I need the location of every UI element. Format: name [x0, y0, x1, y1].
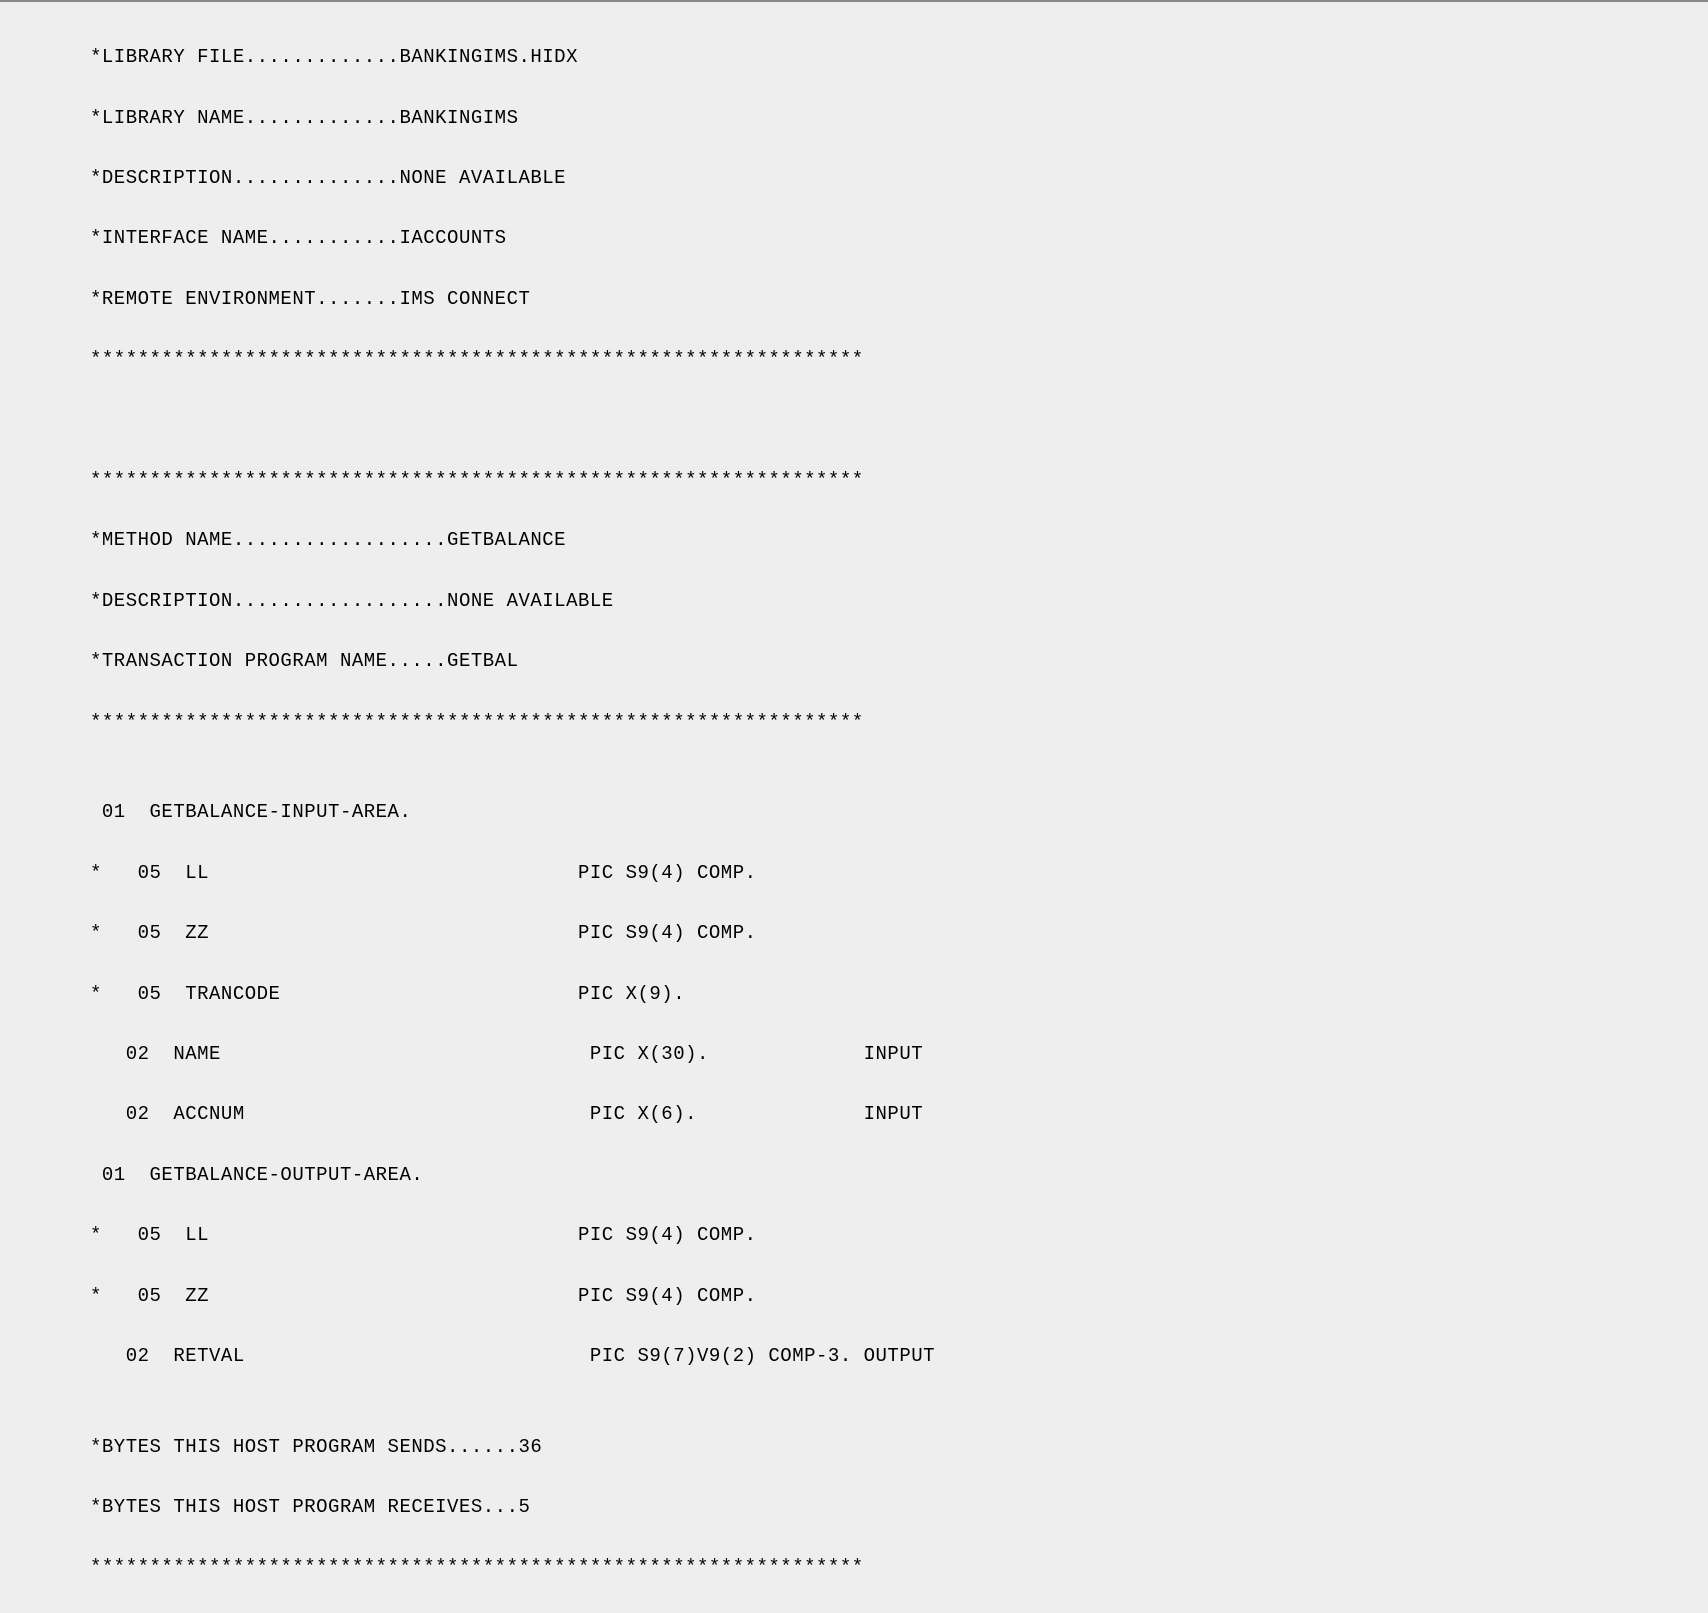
code-line: * 05 LL PIC S9(4) COMP.	[90, 1220, 1708, 1250]
code-line: * 05 LL PIC S9(4) COMP.	[90, 858, 1708, 888]
code-line: *DESCRIPTION..............NONE AVAILABLE	[90, 163, 1708, 193]
code-line: 01 GETBALANCE-INPUT-AREA.	[90, 797, 1708, 827]
code-line: *DESCRIPTION..................NONE AVAIL…	[90, 586, 1708, 616]
code-line: *REMOTE ENVIRONMENT.......IMS CONNECT	[90, 284, 1708, 314]
code-line: *INTERFACE NAME...........IACCOUNTS	[90, 223, 1708, 253]
code-line: 01 GETBALANCE-OUTPUT-AREA.	[90, 1160, 1708, 1190]
code-line: *LIBRARY FILE.............BANKINGIMS.HID…	[90, 42, 1708, 72]
code-line: ****************************************…	[90, 1552, 1708, 1582]
code-line: ****************************************…	[90, 707, 1708, 737]
code-line: *METHOD NAME..................GETBALANCE	[90, 525, 1708, 555]
code-line: *LIBRARY NAME.............BANKINGIMS	[90, 103, 1708, 133]
document-content: *LIBRARY FILE.............BANKINGIMS.HID…	[0, 0, 1708, 1613]
code-line: *TRANSACTION PROGRAM NAME.....GETBAL	[90, 646, 1708, 676]
code-line: 02 RETVAL PIC S9(7)V9(2) COMP-3. OUTPUT	[90, 1341, 1708, 1371]
code-line: ****************************************…	[90, 344, 1708, 374]
code-line: *BYTES THIS HOST PROGRAM RECEIVES...5	[90, 1492, 1708, 1522]
code-line: * 05 TRANCODE PIC X(9).	[90, 979, 1708, 1009]
code-line: * 05 ZZ PIC S9(4) COMP.	[90, 1281, 1708, 1311]
code-line: *BYTES THIS HOST PROGRAM SENDS......36	[90, 1432, 1708, 1462]
code-line: ****************************************…	[90, 465, 1708, 495]
code-line: 02 ACCNUM PIC X(6). INPUT	[90, 1099, 1708, 1129]
code-line: * 05 ZZ PIC S9(4) COMP.	[90, 918, 1708, 948]
code-line: 02 NAME PIC X(30). INPUT	[90, 1039, 1708, 1069]
